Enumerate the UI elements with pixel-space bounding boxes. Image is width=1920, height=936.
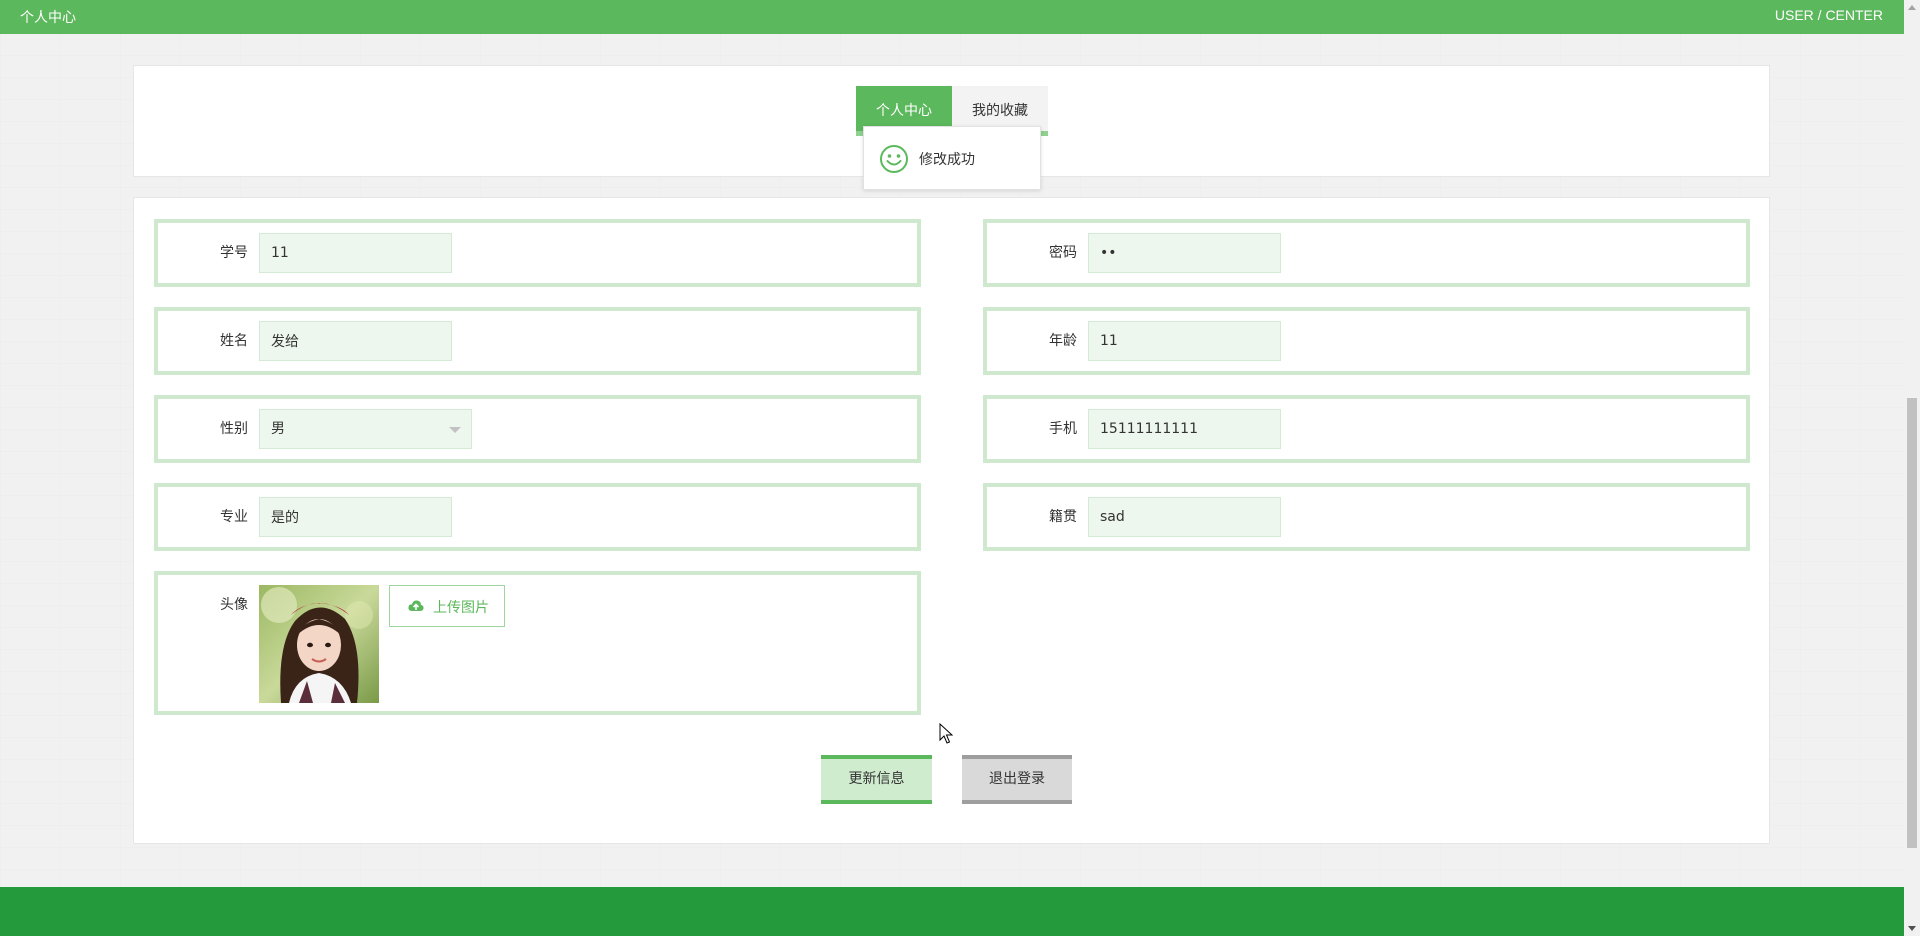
smile-icon	[880, 145, 908, 173]
hometown-label: 籍贯	[1049, 509, 1077, 525]
student-id-input[interactable]	[259, 233, 452, 273]
student-id-field: 学号	[154, 219, 921, 287]
avatar-field: 头像 上传图片	[154, 571, 921, 715]
phone-input[interactable]	[1088, 409, 1281, 449]
upload-image-button[interactable]: 上传图片	[389, 585, 505, 627]
password-field: 密码	[983, 219, 1750, 287]
toast-message: 修改成功	[919, 152, 975, 168]
major-field: 专业	[154, 483, 921, 551]
age-label: 年龄	[1049, 333, 1077, 349]
scrollbar[interactable]	[1904, 0, 1920, 936]
major-input[interactable]	[259, 497, 452, 537]
scrollbar-thumb[interactable]	[1907, 398, 1917, 848]
footer	[0, 887, 1904, 936]
avatar-label: 头像	[220, 597, 248, 613]
avatar-image	[259, 585, 379, 703]
top-bar: 个人中心 USER / CENTER	[0, 0, 1904, 34]
scroll-down-icon[interactable]	[1908, 926, 1916, 931]
gender-value: 男	[271, 421, 285, 437]
user-center-label: USER / CENTER	[1774, 7, 1883, 23]
major-label: 专业	[220, 509, 248, 525]
profile-form: 学号 密码 姓名 年龄 性别 男 手机 专业 籍贯 头像	[133, 197, 1770, 844]
gender-label: 性别	[220, 421, 248, 437]
success-toast: 修改成功	[863, 126, 1041, 190]
update-info-button[interactable]: 更新信息	[821, 755, 932, 804]
phone-label: 手机	[1049, 421, 1077, 437]
password-label: 密码	[1049, 245, 1077, 261]
mouse-cursor-icon	[939, 723, 953, 744]
age-field: 年龄	[983, 307, 1750, 375]
gender-select[interactable]: 男	[259, 409, 472, 449]
logout-button[interactable]: 退出登录	[962, 755, 1072, 804]
cloud-upload-icon	[408, 600, 424, 611]
gender-field: 性别 男	[154, 395, 921, 463]
avatar	[259, 585, 379, 703]
password-input[interactable]	[1088, 233, 1281, 273]
scroll-up-icon[interactable]	[1908, 5, 1916, 10]
page-title: 个人中心	[20, 10, 76, 26]
name-input[interactable]	[259, 321, 452, 361]
age-input[interactable]	[1088, 321, 1281, 361]
phone-field: 手机	[983, 395, 1750, 463]
student-id-label: 学号	[220, 245, 248, 261]
name-field: 姓名	[154, 307, 921, 375]
chevron-down-icon	[449, 427, 461, 433]
upload-image-label: 上传图片	[433, 599, 489, 615]
hometown-field: 籍贯	[983, 483, 1750, 551]
name-label: 姓名	[220, 333, 248, 349]
hometown-input[interactable]	[1088, 497, 1281, 537]
